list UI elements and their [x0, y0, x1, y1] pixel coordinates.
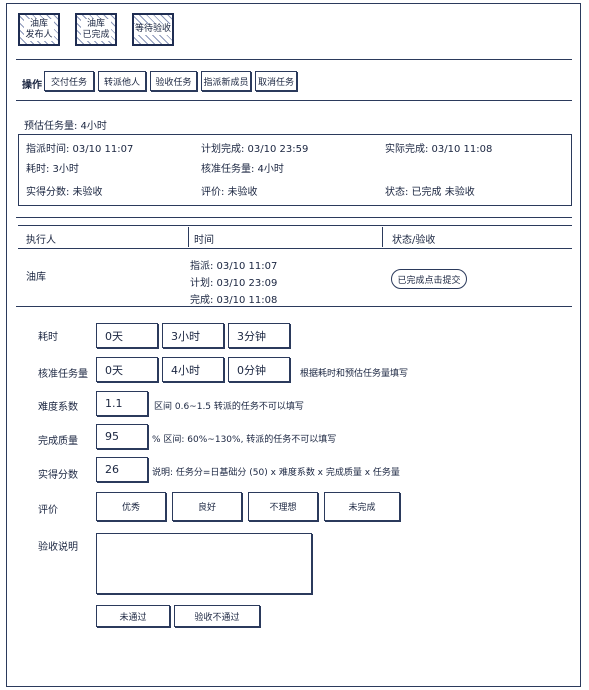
description-label: 验收说明	[38, 542, 78, 553]
time-used-label: 耗时	[38, 332, 58, 343]
reject-button[interactable]: 未通过	[96, 605, 170, 627]
score-note: 说明: 任务分=日基础分 (50) x 难度系数 x 完成质量 x 任务量	[152, 468, 400, 478]
reassign-button[interactable]: 转派他人	[98, 71, 146, 91]
accept-task-button[interactable]: 验收任务	[150, 71, 197, 91]
divider	[16, 217, 572, 218]
cancel-task-button[interactable]: 取消任务	[255, 71, 297, 91]
column-header-status: 状态/验收	[392, 235, 436, 246]
standard-work: 核准任务量: 4小时	[201, 164, 284, 175]
time-used-days-field[interactable]: 0天	[96, 323, 158, 348]
score-field[interactable]: 26	[96, 457, 148, 482]
score-label: 实得分数	[38, 470, 78, 481]
standard-work-label: 核准任务量	[38, 369, 88, 380]
difficulty-note: 区间 0.6~1.5 转派的任务不可以填写	[154, 402, 304, 412]
tab-completed-label: 油库 已完成	[81, 18, 111, 41]
operation-label: 操作	[22, 80, 42, 91]
estimate-label: 预估任务量: 4小时	[24, 121, 107, 132]
tab-publisher[interactable]: 油库 发布人	[18, 13, 60, 46]
column-divider	[188, 227, 189, 247]
tab-awaiting-acceptance[interactable]: 等待验收	[132, 13, 174, 46]
evaluation-value: 评价: 未验收	[201, 187, 258, 198]
assign-time-row: 指派: 03/10 11:07	[190, 261, 278, 272]
score-value: 实得分数: 未验收	[26, 187, 103, 198]
tab-completed[interactable]: 油库 已完成	[75, 13, 117, 46]
submit-completed-button[interactable]: 已完成点击提交	[391, 269, 467, 289]
assign-new-member-button[interactable]: 指派新成员	[201, 71, 251, 91]
quality-field[interactable]: 95	[96, 424, 148, 449]
difficulty-field[interactable]: 1.1	[96, 391, 148, 416]
assign-time: 指派时间: 03/10 11:07	[26, 144, 134, 155]
actual-complete-time: 实际完成: 03/10 11:08	[385, 144, 493, 155]
evaluation-label: 评价	[38, 505, 58, 516]
status-value: 状态: 已完成 未验收	[385, 187, 475, 198]
description-textarea[interactable]	[96, 533, 312, 594]
standard-work-hours-field[interactable]: 4小时	[162, 357, 224, 382]
evaluation-good-button[interactable]: 良好	[172, 492, 242, 521]
column-header-time: 时间	[194, 235, 214, 246]
quality-label: 完成质量	[38, 436, 78, 447]
time-used-minutes-field[interactable]: 3分钟	[228, 323, 290, 348]
evaluation-excellent-button[interactable]: 优秀	[96, 492, 166, 521]
difficulty-label: 难度系数	[38, 402, 78, 413]
table-header	[18, 225, 572, 249]
standard-work-minutes-field[interactable]: 0分钟	[228, 357, 290, 382]
evaluation-incomplete-button[interactable]: 未完成	[324, 492, 400, 521]
tab-publisher-label: 油库 发布人	[24, 18, 54, 41]
plan-complete-time: 计划完成: 03/10 23:59	[201, 144, 309, 155]
standard-work-days-field[interactable]: 0天	[96, 357, 158, 382]
evaluation-poor-button[interactable]: 不理想	[248, 492, 318, 521]
column-header-executor: 执行人	[26, 235, 56, 246]
executor-name: 油库	[26, 272, 46, 283]
deliver-task-button[interactable]: 交付任务	[44, 71, 94, 91]
time-used: 耗时: 3小时	[26, 164, 79, 175]
standard-work-note: 根据耗时和预估任务量填写	[300, 369, 409, 379]
time-used-hours-field[interactable]: 3小时	[162, 323, 224, 348]
divider	[16, 100, 572, 101]
quality-note: % 区间: 60%~130%, 转派的任务不可以填写	[152, 435, 337, 445]
fail-acceptance-button[interactable]: 验收不通过	[174, 605, 260, 627]
complete-time-row: 完成: 03/10 11:08	[190, 295, 278, 306]
plan-time-row: 计划: 03/10 23:09	[190, 278, 278, 289]
tab-awaiting-acceptance-label: 等待验收	[134, 24, 172, 35]
divider	[16, 306, 572, 307]
column-divider	[382, 227, 383, 247]
divider	[16, 59, 572, 60]
